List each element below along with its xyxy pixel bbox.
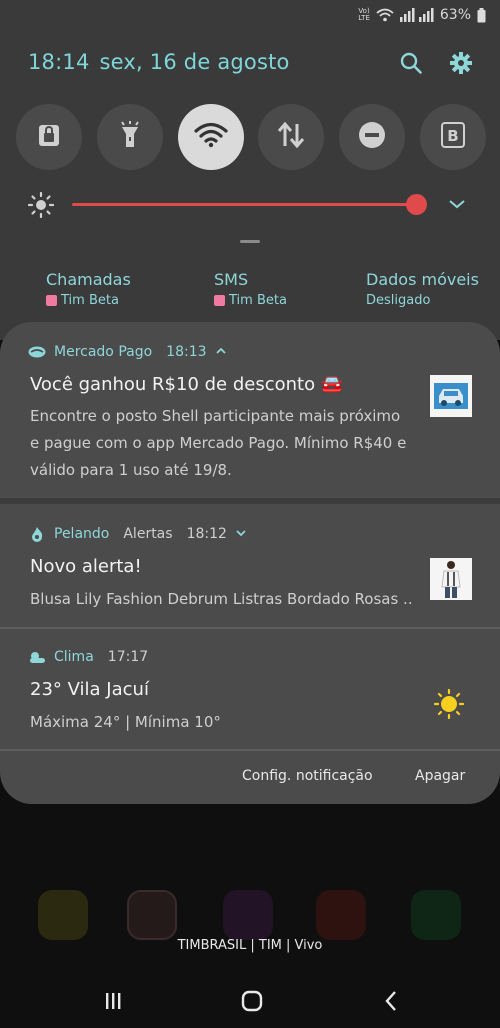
battery-percent: 63%: [439, 7, 471, 23]
carrier-label: TIMBRASIL | TIM | Vivo: [177, 938, 323, 953]
recents-icon[interactable]: [98, 988, 128, 1014]
sim-mobile-data[interactable]: Dados móveis Desligado: [366, 270, 479, 308]
notification-actions: Config. notificação Apagar: [0, 750, 500, 804]
chevron-down-icon[interactable]: [448, 195, 466, 214]
quick-tiles: B: [16, 104, 486, 170]
notification-app-name: Mercado Pago: [54, 344, 153, 360]
notification-clima[interactable]: Clima 17:17 23° Vila Jacuí Máxima 24° | …: [0, 629, 500, 749]
wifi-tile[interactable]: [177, 104, 244, 170]
notification-body: Máxima 24° | Mínima 10°: [30, 713, 221, 731]
notification-category: Alertas: [123, 526, 173, 542]
drag-handle[interactable]: [240, 240, 260, 243]
mobile-data-tile[interactable]: [258, 104, 325, 170]
notification-time: 18:12: [186, 526, 227, 542]
sim-sms[interactable]: SMS Tim Beta: [214, 270, 287, 308]
handshake-icon: [28, 345, 46, 359]
product-image: [430, 558, 472, 600]
notification-time: 18:13: [166, 344, 207, 360]
lock-tile[interactable]: [16, 104, 82, 170]
back-icon[interactable]: [376, 988, 406, 1014]
notification-app-name: Pelando: [54, 526, 110, 542]
fire-icon: [28, 527, 46, 542]
notification-body: Encontre o posto Shell participante mais…: [30, 407, 407, 479]
chevron-down-icon[interactable]: [235, 526, 247, 542]
bixby-icon: B: [440, 122, 465, 152]
app-icon[interactable]: [316, 890, 366, 940]
bixby-tile[interactable]: B: [419, 104, 486, 170]
status-bar: Vo) LTE 63%: [358, 4, 486, 26]
brightness-control: [26, 190, 476, 220]
mobile-data-icon: [277, 121, 305, 152]
chevron-up-icon[interactable]: [215, 344, 227, 360]
notification-body: Blusa Lily Fashion Debrum Listras Bordad…: [30, 590, 413, 608]
search-icon[interactable]: [398, 50, 424, 76]
home-icon[interactable]: [237, 988, 267, 1014]
clear-all-button[interactable]: Apagar: [415, 768, 465, 784]
wifi-icon: [193, 122, 228, 152]
notification-settings-button[interactable]: Config. notificação: [242, 768, 373, 784]
app-icon[interactable]: [411, 890, 461, 940]
notification-title: Novo alerta!: [30, 556, 142, 577]
battery-icon: [477, 7, 486, 23]
weather-icon: [28, 650, 46, 664]
app-icon[interactable]: [38, 890, 88, 940]
volte-indicator: Vo) LTE: [358, 7, 370, 22]
brightness-slider-handle[interactable]: [406, 194, 427, 215]
notification-app-name: Clima: [54, 649, 94, 665]
clock: 18:14: [28, 50, 90, 74]
svg-text:B: B: [447, 127, 458, 145]
sim-info: Chamadas Tim Beta SMS Tim Beta Dados móv…: [0, 270, 500, 316]
notification-title: 23° Vila Jacuí: [30, 679, 149, 700]
notification-time: 17:17: [107, 649, 149, 665]
do-not-disturb-tile[interactable]: [339, 104, 406, 170]
app-icon[interactable]: [223, 890, 273, 940]
sim-calls[interactable]: Chamadas Tim Beta: [46, 270, 131, 308]
date: sex, 16 de agosto: [99, 50, 290, 74]
flashlight-tile[interactable]: [96, 104, 163, 170]
notifications-panel: Mercado Pago 18:13 Você ganhou R$10 de d…: [0, 322, 500, 804]
brightness-icon: [27, 191, 55, 222]
gear-icon[interactable]: [448, 50, 474, 76]
do-not-disturb-icon: [358, 121, 386, 153]
app-icon[interactable]: [127, 890, 177, 940]
quick-settings-panel: Vo) LTE 63% 18:14 sex, 16 de agosto B Ch…: [0, 0, 500, 340]
notification-title: Você ganhou R$10 de desconto 🚘: [30, 374, 344, 395]
wifi-status-icon: [376, 8, 394, 22]
notification-mercado-pago[interactable]: Mercado Pago 18:13 Você ganhou R$10 de d…: [0, 322, 500, 498]
flashlight-icon: [119, 121, 141, 153]
navigation-bar: [0, 978, 500, 1024]
date-time[interactable]: 18:14 sex, 16 de agosto: [28, 50, 290, 74]
car-image: [430, 375, 472, 417]
sun-icon: [433, 688, 465, 723]
brightness-slider[interactable]: [72, 203, 416, 206]
notification-pelando[interactable]: Pelando Alertas 18:12 Novo alerta! Blusa…: [0, 504, 500, 624]
signal-icon: [399, 8, 434, 22]
sim-card-icon: [46, 295, 57, 306]
lock-icon: [38, 123, 60, 151]
sim-card-icon: [214, 295, 225, 306]
